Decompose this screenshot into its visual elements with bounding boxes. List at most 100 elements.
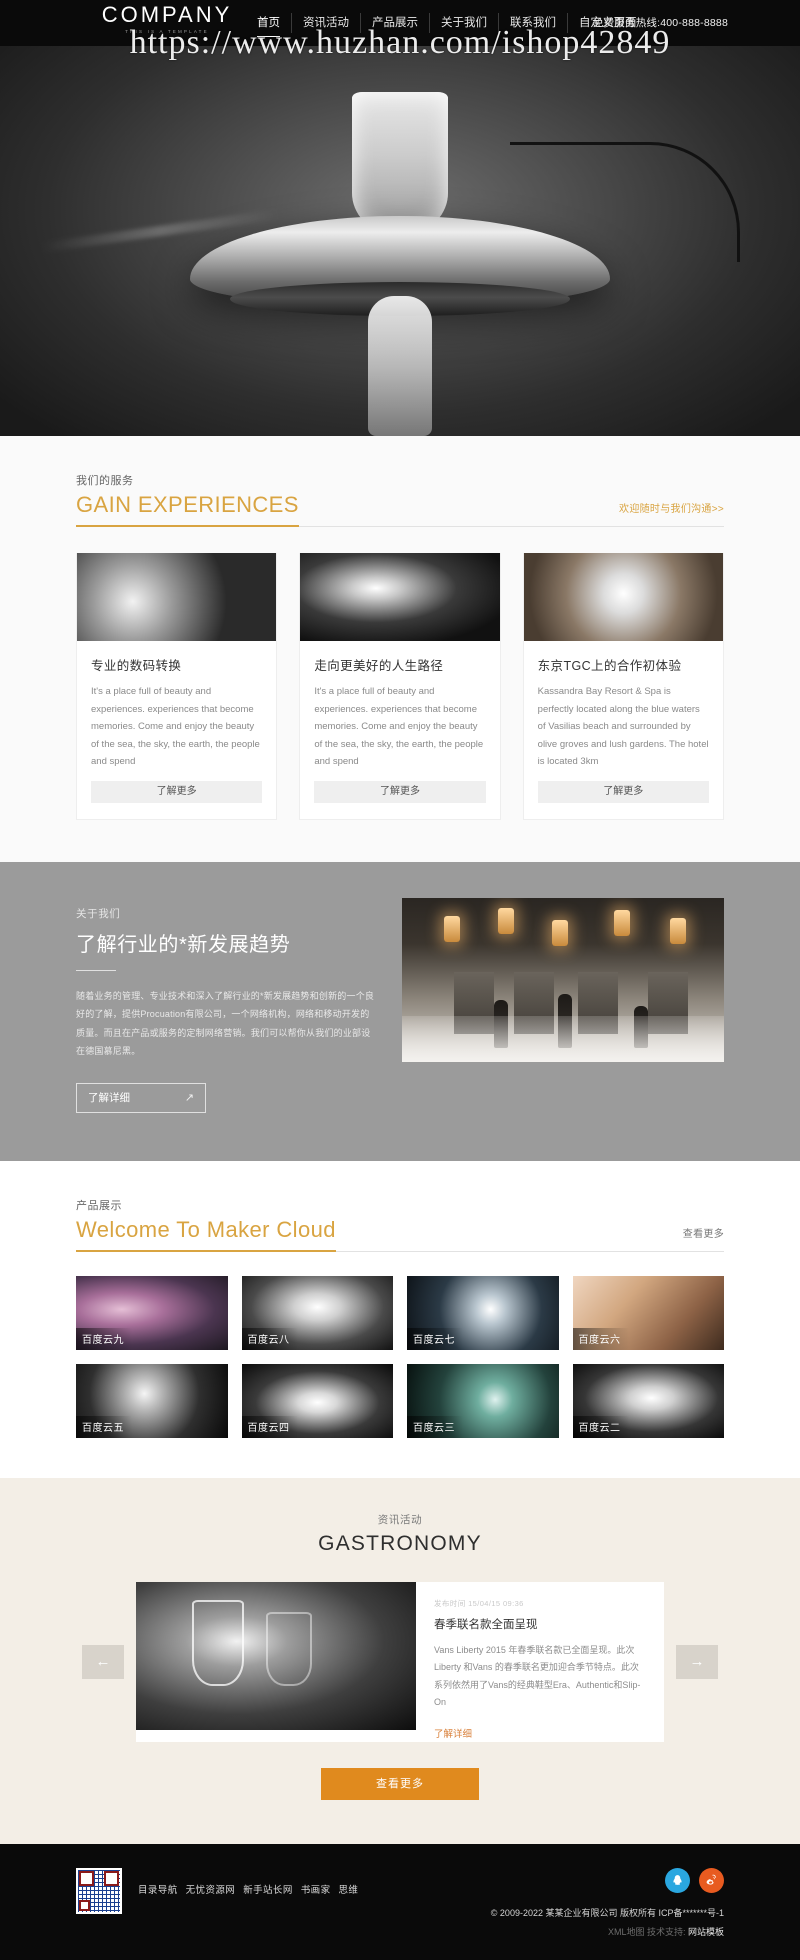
about-photo (402, 897, 724, 1062)
product-item-label: 百度云九 (76, 1327, 132, 1350)
friend-link[interactable]: 目录导航 (138, 1885, 178, 1896)
service-card-title: 东京TGC上的合作初体验 (537, 659, 682, 673)
news-carousel: ← 发布时间 15/04/15 09:36 春季联名款全面呈现 Vans Lib… (0, 1581, 800, 1742)
products-section: 产品展示 Welcome To Maker Cloud 查看更多 百度云九 百度… (0, 1160, 800, 1478)
product-item[interactable]: 百度云六 (572, 1275, 724, 1350)
service-card-title: 走向更美好的人生路径 (314, 659, 444, 673)
friend-link[interactable]: 思维 (339, 1885, 359, 1896)
about-section: 关于我们 了解行业的*新发展趋势 随着业务的管理、专业技术和深入了解行业的*新发… (0, 861, 800, 1161)
carousel-prev-arrow-icon[interactable]: ← (82, 1644, 124, 1679)
logo-text: COMPANY (101, 2, 233, 27)
product-item[interactable]: 百度云五 (76, 1363, 228, 1438)
product-item-label: 百度云七 (407, 1327, 463, 1350)
product-item[interactable]: 百度云二 (572, 1363, 724, 1438)
news-en-title: GASTRONOMY (318, 1531, 482, 1555)
product-item[interactable]: 百度云八 (241, 1275, 393, 1350)
news-card-image (136, 1581, 416, 1730)
service-card-image (77, 553, 277, 641)
friend-link[interactable]: 书画家 (301, 1885, 331, 1896)
services-en-title: GAIN EXPERIENCES (76, 492, 299, 527)
nav-item-products[interactable]: 产品展示 (361, 13, 430, 33)
product-item-label: 百度云五 (76, 1415, 132, 1438)
services-section: 我们的服务 GAIN EXPERIENCES 欢迎随时与我们沟通>> 专业的数码… (0, 436, 800, 862)
product-item-label: 百度云八 (241, 1327, 298, 1350)
service-card-title: 专业的数码转换 (91, 659, 182, 673)
service-card-list: 专业的数码转换 It's a place full of beauty and … (76, 553, 724, 820)
service-card-button[interactable]: 了解更多 (537, 780, 709, 803)
hero-banner (0, 46, 800, 436)
site-logo[interactable]: COMPANY THIS IS A TEMPLATE (92, 2, 242, 35)
product-item[interactable]: 百度云七 (407, 1275, 559, 1350)
about-paragraph: 随着业务的管理、专业技术和深入了解行业的*新发展趋势和创新的一个良好的了解，提供… (76, 990, 375, 1057)
product-item[interactable]: 百度云九 (76, 1275, 228, 1350)
site-footer: 目录导航 无忧资源网 新手站长网 书画家 思维 © 2009-2022 某某企业… (0, 1843, 800, 1960)
main-navigation: 首页 资讯活动 产品展示 关于我们 联系我们 自定义页面 (246, 0, 648, 46)
qr-code (76, 1867, 122, 1914)
services-zh-title: 我们的服务 (76, 475, 134, 487)
news-zh-title: 资讯活动 (377, 1513, 423, 1526)
news-card-detail-link[interactable]: 了解详细 (434, 1726, 472, 1740)
product-item[interactable]: 百度云三 (407, 1363, 559, 1438)
products-en-title: Welcome To Maker Cloud (76, 1217, 336, 1252)
social-links (491, 1867, 724, 1893)
friend-link[interactable]: 新手站长网 (243, 1885, 293, 1896)
about-detail-button[interactable]: 了解详细 ↗ (76, 1082, 206, 1113)
products-more-link[interactable]: 查看更多 (683, 1225, 724, 1240)
nav-item-contact[interactable]: 联系我们 (499, 13, 568, 33)
qq-icon[interactable] (665, 1867, 690, 1893)
product-item-label: 百度云三 (407, 1415, 463, 1438)
product-item-label: 百度云四 (241, 1415, 298, 1438)
news-card[interactable]: 发布时间 15/04/15 09:36 春季联名款全面呈现 Vans Liber… (136, 1581, 664, 1742)
page-root: COMPANY THIS IS A TEMPLATE 首页 资讯活动 产品展示 … (0, 0, 800, 1960)
news-card-body: Vans Liberty 2015 年春季联名款已全面呈现。此次 Liberty… (434, 1644, 641, 1708)
services-header: 我们的服务 GAIN EXPERIENCES 欢迎随时与我们沟通>> (76, 436, 724, 527)
services-more-link[interactable]: 欢迎随时与我们沟通>> (619, 500, 724, 515)
news-section: 资讯活动 GASTRONOMY ← 发布时间 15/04/15 09:36 春季… (0, 1477, 800, 1844)
news-header: 资讯活动 GASTRONOMY (0, 1512, 800, 1556)
service-card-image (523, 553, 723, 641)
sitemap-text: XML地图 技术支持: 网站模板 (491, 1925, 724, 1938)
service-card[interactable]: 东京TGC上的合作初体验 Kassandra Bay Resort & Spa … (522, 553, 724, 820)
product-item-label: 百度云六 (572, 1327, 629, 1350)
weibo-icon[interactable] (699, 1867, 724, 1893)
sitemap-label[interactable]: XML地图 技术支持: (608, 1927, 686, 1937)
nav-item-home[interactable]: 首页 (246, 13, 292, 37)
product-item[interactable]: 百度云四 (241, 1363, 393, 1438)
service-card-body: It's a place full of beauty and experien… (314, 686, 484, 768)
product-item-label: 百度云二 (572, 1415, 629, 1438)
service-card[interactable]: 专业的数码转换 It's a place full of beauty and … (76, 553, 278, 820)
products-zh-title: 产品展示 (76, 1199, 122, 1212)
products-header: 产品展示 Welcome To Maker Cloud 查看更多 (76, 1161, 724, 1252)
friend-link[interactable]: 无忧资源网 (186, 1885, 236, 1896)
site-header: COMPANY THIS IS A TEMPLATE 首页 资讯活动 产品展示 … (0, 0, 800, 46)
news-more-button[interactable]: 查看更多 (321, 1767, 479, 1800)
service-card-body: Kassandra Bay Resort & Spa is perfectly … (537, 686, 709, 768)
hero-lamp-stem (368, 296, 432, 436)
service-card-button[interactable]: 了解更多 (314, 780, 486, 803)
service-card-button[interactable]: 了解更多 (91, 780, 263, 803)
nav-item-news[interactable]: 资讯活动 (292, 13, 361, 33)
hero-glass-top (352, 92, 448, 232)
copyright-text: © 2009-2022 某某企业有限公司 版权所有 ICP备*******号-1 (490, 1907, 724, 1918)
service-card[interactable]: 走向更美好的人生路径 It's a place full of beauty a… (299, 553, 501, 820)
product-grid: 百度云九 百度云八 百度云七 百度云六 百度云五 百度云四 百度云三 百度云二 (76, 1275, 724, 1438)
service-card-body: It's a place full of beauty and experien… (91, 686, 260, 768)
news-card-date: 发布时间 15/04/15 09:36 (434, 1598, 524, 1608)
support-label[interactable]: 网站模板 (688, 1927, 724, 1937)
about-divider (76, 969, 116, 971)
about-image-column (402, 897, 724, 1113)
hotline-text: 免费服务热线:400-888-8888 (592, 17, 728, 29)
hero-cord (510, 142, 740, 262)
news-card-title: 春季联名款全面呈现 (434, 1618, 538, 1631)
about-text-column: 关于我们 了解行业的*新发展趋势 随着业务的管理、专业技术和深入了解行业的*新发… (76, 898, 376, 1113)
carousel-next-arrow-icon[interactable]: → (676, 1644, 718, 1679)
about-detail-button-label: 了解详细 (88, 1092, 130, 1105)
friend-links: 目录导航 无忧资源网 新手站长网 书画家 思维 (138, 1868, 363, 1896)
nav-item-about[interactable]: 关于我们 (430, 13, 499, 33)
logo-subtext: THIS IS A TEMPLATE (125, 29, 209, 34)
footer-right-column: © 2009-2022 某某企业有限公司 版权所有 ICP备*******号-1… (490, 1867, 724, 1938)
arrow-up-right-icon: ↗ (184, 1092, 194, 1105)
about-zh-label: 关于我们 (76, 907, 121, 920)
about-heading: 了解行业的*新发展趋势 (76, 933, 291, 956)
service-card-image (300, 553, 500, 641)
